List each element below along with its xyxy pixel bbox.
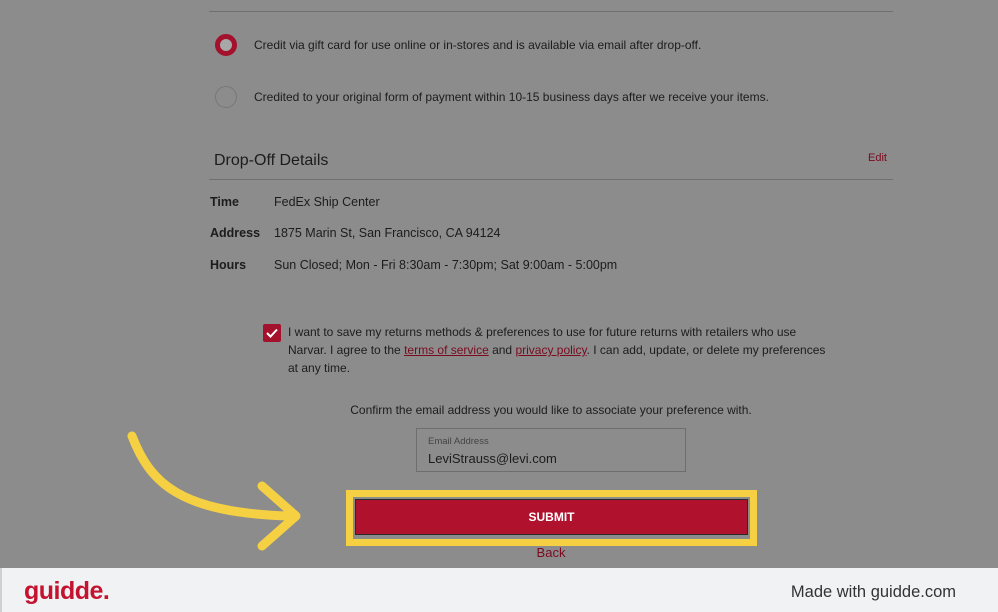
privacy-policy-link[interactable]: privacy policy: [515, 343, 586, 357]
radio-original-payment[interactable]: [215, 86, 237, 108]
email-confirm-prompt: Confirm the email address you would like…: [350, 403, 752, 417]
guidde-logo: guidde.: [24, 577, 110, 605]
dropoff-address-label: Address: [210, 226, 261, 240]
made-with-text: Made with guidde.com: [790, 583, 956, 601]
checkmark-icon: [266, 328, 278, 338]
arrow-pointer-icon: [127, 431, 301, 551]
edit-dropoff-link[interactable]: Edit: [868, 152, 887, 164]
radio-gift-card[interactable]: [215, 34, 237, 56]
email-field-label: Email Address: [428, 436, 489, 447]
consent-text: I want to save my returns methods & pref…: [288, 323, 833, 377]
terms-of-service-link[interactable]: terms of service: [404, 343, 489, 357]
footer-bar: guidde. Made with guidde.com: [0, 568, 998, 612]
email-input[interactable]: [428, 451, 668, 466]
radio-original-payment-label: Credited to your original form of paymen…: [254, 90, 769, 104]
email-field[interactable]: Email Address: [416, 428, 686, 472]
dropoff-hours-label: Hours: [210, 258, 247, 272]
radio-gift-card-label: Credit via gift card for use online or i…: [254, 38, 702, 52]
submit-button[interactable]: SUBMIT: [355, 499, 748, 535]
section-divider: [209, 11, 893, 12]
consent-text-part: and: [488, 343, 516, 357]
dropoff-address-value: 1875 Marin St, San Francisco, CA 94124: [274, 226, 501, 240]
page-overlay: Credit via gift card for use online or i…: [0, 0, 998, 568]
save-preferences-checkbox[interactable]: [263, 324, 281, 342]
dropoff-time-value: FedEx Ship Center: [274, 195, 380, 209]
section-divider: [209, 179, 893, 180]
dropoff-hours-value: Sun Closed; Mon - Fri 8:30am - 7:30pm; S…: [274, 258, 618, 272]
dropoff-time-label: Time: [210, 195, 239, 209]
dropoff-section-title: Drop-Off Details: [214, 152, 329, 169]
